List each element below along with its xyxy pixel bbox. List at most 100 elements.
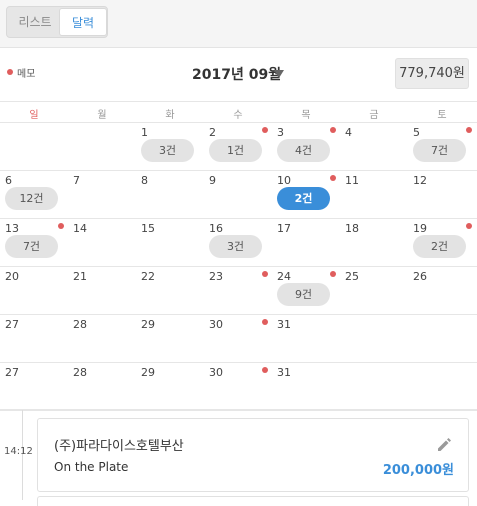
memo-legend-label: 메모 bbox=[17, 69, 36, 80]
calendar-week-row: 27 28 29 30 31 bbox=[0, 363, 477, 411]
transaction-count-pill[interactable]: 3건 bbox=[141, 139, 194, 162]
transaction-amount: 200,000원 bbox=[382, 463, 454, 478]
calendar-day-cell[interactable]: 3 4건 bbox=[272, 123, 340, 171]
calendar-day-cell[interactable]: 24 9건 bbox=[272, 267, 340, 315]
calendar-day-cell[interactable]: 25 bbox=[340, 267, 408, 315]
day-number: 20 bbox=[5, 270, 19, 283]
calendar-day-cell[interactable]: 15 bbox=[136, 219, 204, 267]
calendar-day-cell[interactable]: 13 7건 bbox=[0, 219, 68, 267]
day-number: 19 bbox=[413, 222, 427, 235]
calendar-day-cell[interactable]: 11 bbox=[340, 171, 408, 219]
calendar-day-cell[interactable]: 31 bbox=[272, 315, 340, 363]
day-number: 28 bbox=[73, 318, 87, 331]
calendar-day-cell[interactable]: 5 7건 bbox=[408, 123, 476, 171]
day-number: 12 bbox=[413, 174, 427, 187]
calendar-day-cell[interactable]: 31 bbox=[272, 363, 340, 411]
day-number: 17 bbox=[277, 222, 291, 235]
calendar-day-cell[interactable]: 17 bbox=[272, 219, 340, 267]
day-number: 1 bbox=[141, 126, 148, 139]
weekday-fri: 금 bbox=[369, 110, 379, 121]
calendar-grid: 1 3건 2 1건 3 4건 4 5 7건 6 12건 7 8 9 10 2건 11 12 13 7건 14 15 16 3건… bbox=[0, 123, 477, 411]
memo-dot-icon bbox=[466, 127, 472, 133]
calendar-day-cell[interactable]: 8 bbox=[136, 171, 204, 219]
edit-pencil-icon[interactable] bbox=[435, 435, 453, 453]
calendar-day-cell[interactable]: 21 bbox=[68, 267, 136, 315]
calendar-day-cell[interactable]: 19 2건 bbox=[408, 219, 476, 267]
calendar-day-cell[interactable]: 27 bbox=[0, 363, 68, 411]
calendar-day-cell[interactable]: 1 3건 bbox=[136, 123, 204, 171]
transaction-count-pill[interactable]: 12건 bbox=[5, 187, 58, 210]
day-number: 14 bbox=[73, 222, 87, 235]
day-number: 2 bbox=[209, 126, 216, 139]
calendar-day-cell[interactable]: 20 bbox=[0, 267, 68, 315]
calendar-day-cell[interactable]: 2 1건 bbox=[204, 123, 272, 171]
memo-dot-icon bbox=[58, 223, 64, 229]
day-number: 28 bbox=[73, 366, 87, 379]
calendar-day-cell bbox=[340, 315, 408, 363]
calendar-day-cell[interactable]: 28 bbox=[68, 315, 136, 363]
memo-dot-icon bbox=[330, 127, 336, 133]
day-number: 9 bbox=[209, 174, 216, 187]
day-number: 29 bbox=[141, 318, 155, 331]
calendar-day-cell[interactable]: 30 bbox=[204, 315, 272, 363]
calendar-day-cell[interactable]: 26 bbox=[408, 267, 476, 315]
day-number: 31 bbox=[277, 318, 291, 331]
calendar-day-cell[interactable]: 7 bbox=[68, 171, 136, 219]
day-number: 25 bbox=[345, 270, 359, 283]
calendar-day-cell[interactable]: 10 2건 bbox=[272, 171, 340, 219]
transaction-count-pill[interactable]: 1건 bbox=[209, 139, 262, 162]
day-number: 24 bbox=[277, 270, 291, 283]
transaction-count-pill[interactable]: 7건 bbox=[413, 139, 466, 162]
calendar-day-cell bbox=[0, 123, 68, 171]
calendar-day-cell bbox=[340, 363, 408, 411]
day-number: 4 bbox=[345, 126, 352, 139]
day-number: 23 bbox=[209, 270, 223, 283]
transaction-count-pill[interactable]: 2건 bbox=[277, 187, 330, 210]
day-number: 26 bbox=[413, 270, 427, 283]
transaction-card[interactable]: (주)파라다이스호텔부산 On the Plate 200,000원 bbox=[37, 418, 469, 492]
calendar-day-cell[interactable]: 30 bbox=[204, 363, 272, 411]
calendar-day-cell bbox=[408, 363, 476, 411]
weekday-tue: 화 bbox=[165, 110, 175, 121]
calendar-day-cell[interactable]: 16 3건 bbox=[204, 219, 272, 267]
day-number: 13 bbox=[5, 222, 19, 235]
day-number: 18 bbox=[345, 222, 359, 235]
calendar-day-cell[interactable]: 4 bbox=[340, 123, 408, 171]
day-number: 16 bbox=[209, 222, 223, 235]
calendar-day-cell[interactable]: 6 12건 bbox=[0, 171, 68, 219]
memo-dot-icon bbox=[330, 175, 336, 181]
calendar-day-cell bbox=[68, 123, 136, 171]
transaction-count-pill[interactable]: 3건 bbox=[209, 235, 262, 258]
month-selector[interactable]: 2017년 09월 bbox=[192, 64, 281, 84]
calendar-day-cell[interactable]: 29 bbox=[136, 363, 204, 411]
monthly-total-badge: 779,740원 bbox=[395, 58, 469, 89]
dropdown-caret-icon[interactable] bbox=[274, 70, 284, 78]
calendar-day-cell[interactable]: 18 bbox=[340, 219, 408, 267]
calendar-day-cell bbox=[408, 315, 476, 363]
transaction-count-pill[interactable]: 7건 bbox=[5, 235, 58, 258]
calendar-day-cell[interactable]: 22 bbox=[136, 267, 204, 315]
transaction-count-pill[interactable]: 4건 bbox=[277, 139, 330, 162]
calendar-day-cell[interactable]: 27 bbox=[0, 315, 68, 363]
calendar-day-cell[interactable]: 23 bbox=[204, 267, 272, 315]
calendar-day-cell[interactable]: 28 bbox=[68, 363, 136, 411]
day-number: 3 bbox=[277, 126, 284, 139]
weekday-sun: 일 bbox=[29, 110, 39, 121]
weekday-mon: 월 bbox=[97, 110, 107, 121]
day-number: 6 bbox=[5, 174, 12, 187]
transaction-count-pill[interactable]: 9건 bbox=[277, 283, 330, 306]
calendar-day-cell[interactable]: 9 bbox=[204, 171, 272, 219]
calendar-day-cell[interactable]: 29 bbox=[136, 315, 204, 363]
weekday-sat: 토 bbox=[437, 110, 447, 121]
memo-dot-icon bbox=[262, 367, 268, 373]
calendar-view-button[interactable]: 달력 bbox=[59, 8, 107, 36]
transaction-count-pill[interactable]: 2건 bbox=[413, 235, 466, 258]
transaction-card-next[interactable] bbox=[37, 496, 469, 506]
calendar-day-cell[interactable]: 14 bbox=[68, 219, 136, 267]
calendar-week-row: 27 28 29 30 31 bbox=[0, 315, 477, 363]
day-number: 7 bbox=[73, 174, 80, 187]
calendar-day-cell[interactable]: 12 bbox=[408, 171, 476, 219]
memo-dot-icon bbox=[262, 319, 268, 325]
list-view-button[interactable]: 리스트 bbox=[9, 8, 61, 36]
view-toggle: 리스트 달력 bbox=[6, 6, 108, 38]
